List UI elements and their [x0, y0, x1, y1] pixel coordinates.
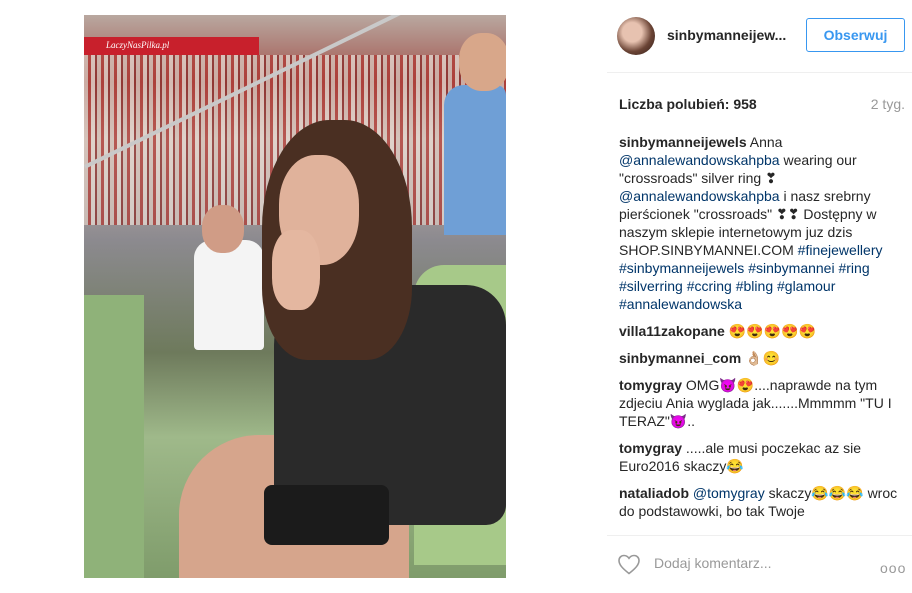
avatar[interactable] — [617, 17, 655, 55]
post-photo[interactable]: LaczyNasPilka.pl — [84, 15, 506, 578]
comment-username[interactable]: tomygray — [619, 440, 682, 456]
hashtag[interactable]: #glamour — [777, 278, 835, 294]
comment: villa11zakopane 😍😍😍😍😍 — [619, 322, 902, 340]
post-username[interactable]: sinbymanneijew... — [667, 27, 786, 43]
comment-mention[interactable]: @tomygray — [693, 485, 765, 501]
hashtag[interactable]: #sinbymanneijewels — [619, 260, 744, 276]
spectator-man-head — [459, 33, 506, 91]
more-options-icon[interactable]: ooo — [880, 560, 906, 576]
spectator-steward — [194, 240, 264, 350]
hashtag[interactable]: #bling — [736, 278, 773, 294]
header-divider — [607, 72, 912, 73]
hashtag[interactable]: #annalewandowska — [619, 296, 742, 312]
hashtag[interactable]: #ccring — [687, 278, 732, 294]
stadium-seats-left — [84, 295, 144, 578]
woman-handbag — [264, 485, 389, 545]
hashtag[interactable]: #finejewellery — [798, 242, 883, 258]
comment: tomygray .....ale musi poczekac az sie E… — [619, 439, 902, 475]
caption: sinbymanneijewels Anna @annalewandowskah… — [619, 133, 902, 313]
heart-icon[interactable] — [617, 553, 641, 575]
comment: sinbymannei_com 👌🏼😊 — [619, 349, 902, 367]
comments-list: sinbymanneijewels Anna @annalewandowskah… — [619, 133, 902, 528]
comment-username[interactable]: tomygray — [619, 377, 682, 393]
stadium-banner-text: LaczyNasPilka.pl — [106, 40, 170, 50]
post-time[interactable]: 2 tyg. — [871, 96, 905, 112]
caption-mention[interactable]: @annalewandowskahpba — [619, 188, 780, 204]
hashtag[interactable]: #ring — [838, 260, 869, 276]
comment-username[interactable]: villa11zakopane — [619, 323, 725, 339]
hashtag[interactable]: #sinbymannei — [748, 260, 834, 276]
comment-text: 👌🏼😊 — [741, 350, 780, 366]
caption-username[interactable]: sinbymanneijewels — [619, 134, 747, 150]
comment-username[interactable]: nataliadob — [619, 485, 689, 501]
comment: tomygray OMG😈😍....naprawde na tym zdjeci… — [619, 376, 902, 430]
comment-text: 😍😍😍😍😍 — [724, 323, 816, 339]
likes-count[interactable]: Liczba polubień: 958 — [619, 96, 757, 112]
comment-username[interactable]: sinbymannei_com — [619, 350, 741, 366]
footer-divider — [607, 535, 912, 536]
spectator-steward-head — [202, 205, 244, 253]
comment: nataliadob @tomygray skaczy😂😂😂 wroc do p… — [619, 484, 902, 520]
add-comment-input[interactable]: Dodaj komentarz... — [654, 555, 772, 571]
spectator-man — [444, 85, 506, 235]
caption-mention[interactable]: @annalewandowskahpba — [619, 152, 780, 168]
hashtag[interactable]: #silverring — [619, 278, 683, 294]
follow-button[interactable]: Obserwuj — [806, 18, 905, 52]
woman-hand-with-ring — [272, 230, 320, 310]
caption-text: Anna — [746, 134, 787, 150]
